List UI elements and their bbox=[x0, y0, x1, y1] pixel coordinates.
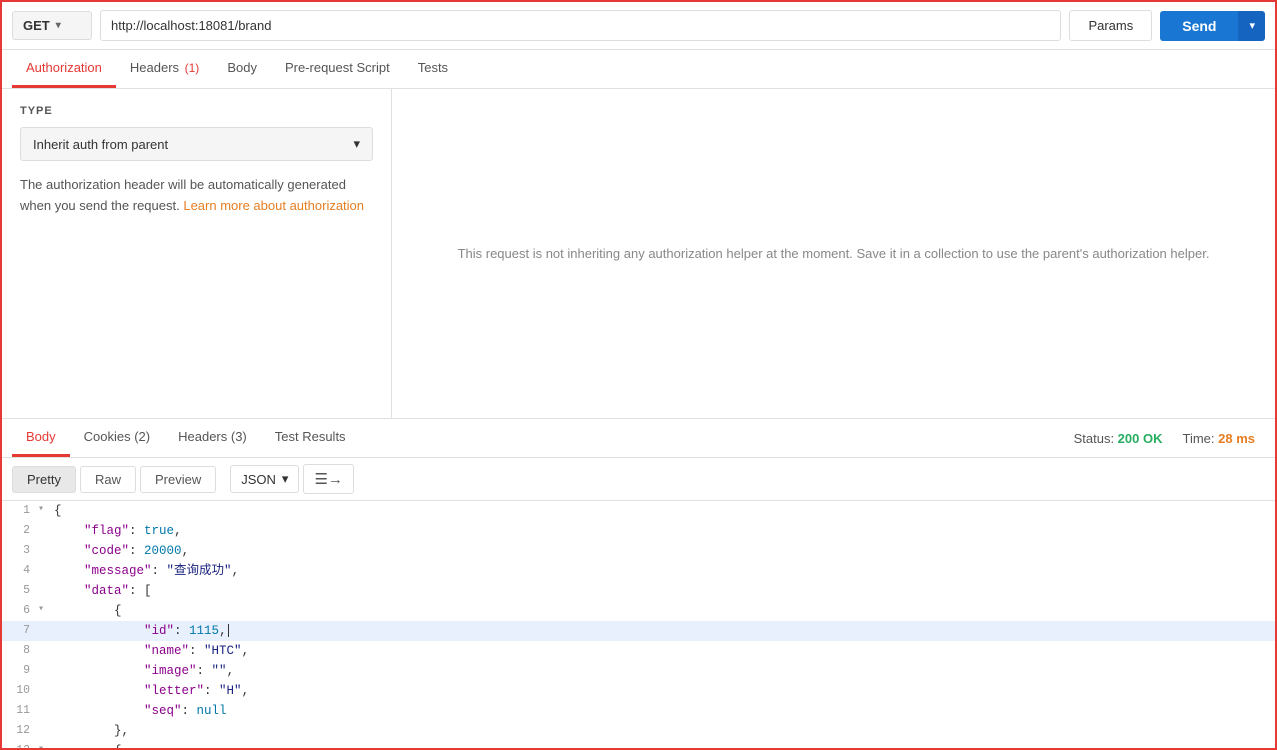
code-area[interactable]: 1▾{2 "flag": true,3 "code": 20000,4 "mes… bbox=[2, 501, 1275, 748]
code-content: "seq": null bbox=[54, 701, 1275, 721]
code-content: "message": "查询成功", bbox=[54, 561, 1275, 581]
code-toolbar: Pretty Raw Preview JSON ▾ ☰→ bbox=[2, 458, 1275, 501]
params-button[interactable]: Params bbox=[1069, 10, 1152, 41]
fold-button bbox=[38, 581, 54, 582]
line-number: 2 bbox=[2, 521, 38, 540]
code-content: { bbox=[54, 741, 1275, 748]
status-label: Status: 200 OK bbox=[1074, 431, 1163, 446]
line-number: 5 bbox=[2, 581, 38, 600]
response-status-bar: Status: 200 OK Time: 28 ms bbox=[1074, 431, 1265, 446]
line-number: 4 bbox=[2, 561, 38, 580]
code-line: 3 "code": 20000, bbox=[2, 541, 1275, 561]
code-content: "code": 20000, bbox=[54, 541, 1275, 561]
time-value: 28 ms bbox=[1218, 431, 1255, 446]
tab-tests[interactable]: Tests bbox=[404, 50, 462, 88]
line-number: 13 bbox=[2, 741, 38, 748]
code-content: }, bbox=[54, 721, 1275, 741]
send-chevron-button[interactable]: ▾ bbox=[1238, 11, 1265, 41]
format-chevron-icon: ▾ bbox=[282, 471, 289, 487]
code-content: "letter": "H", bbox=[54, 681, 1275, 701]
code-line: 1▾{ bbox=[2, 501, 1275, 521]
line-number: 11 bbox=[2, 701, 38, 720]
line-number: 6 bbox=[2, 601, 38, 620]
response-tabs-row: Body Cookies (2) Headers (3) Test Result… bbox=[2, 419, 1275, 458]
code-content: "image": "", bbox=[54, 661, 1275, 681]
tab-authorization[interactable]: Authorization bbox=[12, 50, 116, 88]
fold-button bbox=[38, 541, 54, 542]
code-line: 5 "data": [ bbox=[2, 581, 1275, 601]
fold-button bbox=[38, 561, 54, 562]
tab-body[interactable]: Body bbox=[213, 50, 271, 88]
fold-button bbox=[38, 681, 54, 682]
auth-right-message: This request is not inheriting any autho… bbox=[458, 246, 1210, 261]
tab-headers[interactable]: Headers (1) bbox=[116, 50, 213, 88]
top-bar: GET ▾ Params Send ▾ bbox=[2, 2, 1275, 50]
code-content: "id": 1115, bbox=[54, 621, 1275, 641]
pretty-button[interactable]: Pretty bbox=[12, 466, 76, 493]
line-number: 3 bbox=[2, 541, 38, 560]
response-tab-headers[interactable]: Headers (3) bbox=[164, 419, 261, 457]
response-tab-cookies[interactable]: Cookies (2) bbox=[70, 419, 164, 457]
auth-left-panel: TYPE Inherit auth from parent ▾ The auth… bbox=[2, 89, 392, 418]
text-cursor bbox=[228, 624, 229, 637]
response-tab-body[interactable]: Body bbox=[12, 419, 70, 457]
code-line: 12 }, bbox=[2, 721, 1275, 741]
request-tabs-row: Authorization Headers (1) Body Pre-reque… bbox=[2, 50, 1275, 89]
code-content: "name": "HTC", bbox=[54, 641, 1275, 661]
line-number: 8 bbox=[2, 641, 38, 660]
format-label: JSON bbox=[241, 472, 276, 487]
fold-button bbox=[38, 521, 54, 522]
learn-more-link[interactable]: Learn more about authorization bbox=[183, 198, 364, 213]
code-line: 11 "seq": null bbox=[2, 701, 1275, 721]
response-section: Body Cookies (2) Headers (3) Test Result… bbox=[2, 419, 1275, 748]
method-select[interactable]: GET ▾ bbox=[12, 11, 92, 40]
code-line: 4 "message": "查询成功", bbox=[2, 561, 1275, 581]
send-btn-group: Send ▾ bbox=[1160, 11, 1265, 41]
code-line: 6▾ { bbox=[2, 601, 1275, 621]
fold-button[interactable]: ▾ bbox=[38, 741, 54, 748]
code-content: { bbox=[54, 601, 1275, 621]
fold-button bbox=[38, 621, 54, 622]
code-line: 9 "image": "", bbox=[2, 661, 1275, 681]
auth-description: The authorization header will be automat… bbox=[20, 175, 373, 217]
code-content: { bbox=[54, 501, 1275, 521]
auth-panel: TYPE Inherit auth from parent ▾ The auth… bbox=[2, 89, 1275, 419]
auth-right-panel: This request is not inheriting any autho… bbox=[392, 89, 1275, 418]
type-select[interactable]: Inherit auth from parent ▾ bbox=[20, 127, 373, 161]
code-line: 8 "name": "HTC", bbox=[2, 641, 1275, 661]
type-chevron-icon: ▾ bbox=[353, 136, 360, 152]
fold-button bbox=[38, 721, 54, 722]
line-number: 7 bbox=[2, 621, 38, 640]
preview-button[interactable]: Preview bbox=[140, 466, 216, 493]
line-number: 1 bbox=[2, 501, 38, 520]
wrap-button[interactable]: ☰→ bbox=[303, 464, 353, 494]
line-number: 9 bbox=[2, 661, 38, 680]
fold-button bbox=[38, 641, 54, 642]
tab-pre-request-script[interactable]: Pre-request Script bbox=[271, 50, 404, 88]
response-tab-test-results[interactable]: Test Results bbox=[261, 419, 360, 457]
fold-button bbox=[38, 661, 54, 662]
fold-button bbox=[38, 701, 54, 702]
time-label: Time: 28 ms bbox=[1182, 431, 1255, 446]
method-chevron-icon: ▾ bbox=[56, 20, 61, 31]
code-line: 13▾ { bbox=[2, 741, 1275, 748]
code-content: "data": [ bbox=[54, 581, 1275, 601]
format-select[interactable]: JSON ▾ bbox=[230, 465, 299, 493]
method-label: GET bbox=[23, 18, 50, 33]
send-button[interactable]: Send bbox=[1160, 11, 1238, 41]
code-line: 2 "flag": true, bbox=[2, 521, 1275, 541]
type-value: Inherit auth from parent bbox=[33, 137, 168, 152]
code-line: 7 "id": 1115, bbox=[2, 621, 1275, 641]
fold-button[interactable]: ▾ bbox=[38, 601, 54, 618]
line-number: 10 bbox=[2, 681, 38, 700]
code-content: "flag": true, bbox=[54, 521, 1275, 541]
url-input[interactable] bbox=[100, 10, 1061, 41]
status-value: 200 OK bbox=[1118, 431, 1163, 446]
fold-button[interactable]: ▾ bbox=[38, 501, 54, 518]
code-line: 10 "letter": "H", bbox=[2, 681, 1275, 701]
raw-button[interactable]: Raw bbox=[80, 466, 136, 493]
type-label: TYPE bbox=[20, 105, 373, 117]
line-number: 12 bbox=[2, 721, 38, 740]
